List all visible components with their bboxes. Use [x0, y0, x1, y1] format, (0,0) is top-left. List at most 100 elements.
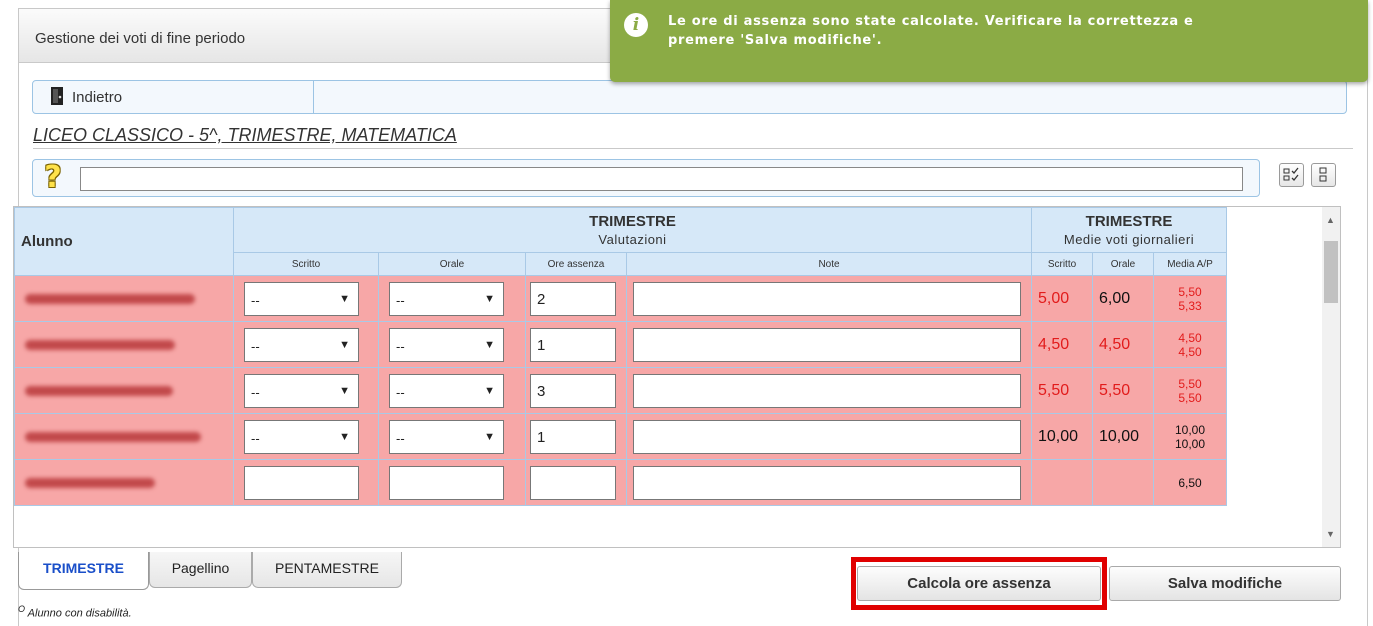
list-layout-icon[interactable] — [1311, 163, 1336, 187]
orale-select[interactable]: -- ▼ — [389, 420, 504, 454]
scritto-select[interactable]: -- ▼ — [244, 374, 359, 408]
subheader-media-ap: Media A/P — [1153, 252, 1227, 276]
table-row: -- ▼ -- ▼ 1 4,50 4,50 4,50 4,50 — [14, 321, 1227, 368]
info-icon: i — [624, 13, 648, 37]
student-name-redacted — [25, 432, 201, 442]
avg-orale: 10,00 — [1092, 413, 1154, 460]
orale-select[interactable]: -- ▼ — [389, 282, 504, 316]
footnote: O Alunno con disabilità. — [18, 604, 132, 620]
grades-table: Alunno TRIMESTRE Valutazioni TRIMESTRE M… — [14, 207, 1227, 506]
subheader-avg-orale: Orale — [1092, 252, 1154, 276]
media-ap: 10,00 10,00 — [1153, 413, 1227, 460]
scroll-up-icon[interactable]: ▲ — [1326, 215, 1335, 225]
scritto-cell — [233, 459, 379, 506]
note-cell — [626, 459, 1032, 506]
ore-assenza-input[interactable]: 2 — [530, 282, 616, 316]
back-label: Indietro — [72, 89, 123, 106]
save-changes-button[interactable]: Salva modifiche — [1109, 566, 1341, 601]
student-name-cell — [14, 459, 234, 506]
media-ap: 4,50 4,50 — [1153, 321, 1227, 368]
avg-orale: 6,00 — [1092, 275, 1154, 322]
subheader-avg-scritto: Scritto — [1031, 252, 1093, 276]
scritto-cell: -- ▼ — [233, 321, 379, 368]
avg-scritto: 5,00 — [1031, 275, 1093, 322]
scritto-select[interactable]: -- ▼ — [244, 420, 359, 454]
note-input[interactable] — [633, 328, 1021, 362]
dropdown-arrow-icon: ▼ — [339, 431, 350, 443]
grid-scroll-area: ▲ ▼ — [1272, 207, 1340, 547]
back-button[interactable]: Indietro — [33, 81, 314, 113]
note-input[interactable] — [633, 466, 1021, 500]
class-title: LICEO CLASSICO - 5^, TRIMESTRE, MATEMATI… — [33, 125, 1353, 149]
table-row: 6,50 — [14, 459, 1227, 506]
note-input[interactable] — [633, 282, 1021, 316]
ore-assenza-input[interactable]: 1 — [530, 420, 616, 454]
ore-cell: 1 — [525, 413, 627, 460]
dropdown-arrow-icon: ▼ — [339, 293, 350, 305]
tab-pentamestre[interactable]: PENTAMESTRE — [252, 552, 402, 588]
avg-scritto — [1031, 459, 1093, 506]
dropdown-arrow-icon: ▼ — [484, 431, 495, 443]
orale-select[interactable]: -- ▼ — [389, 374, 504, 408]
note-input[interactable] — [633, 374, 1021, 408]
calc-absence-button[interactable]: Calcola ore assenza — [857, 566, 1101, 601]
ore-assenza-input[interactable]: 3 — [530, 374, 616, 408]
student-name-cell — [14, 413, 234, 460]
footnote-mark: O — [18, 604, 26, 614]
dropdown-arrow-icon: ▼ — [484, 293, 495, 305]
student-name-redacted — [25, 294, 195, 304]
notification-text: Le ore di assenza sono state calcolate. … — [668, 14, 1194, 48]
avg-orale: 4,50 — [1092, 321, 1154, 368]
table-row: -- ▼ -- ▼ 3 5,50 5,50 5,50 5,50 — [14, 367, 1227, 414]
orale-select[interactable]: -- ▼ — [389, 328, 504, 362]
scroll-down-icon[interactable]: ▼ — [1326, 529, 1335, 539]
orale-cell: -- ▼ — [378, 275, 526, 322]
dropdown-arrow-icon: ▼ — [484, 339, 495, 351]
tab-pagellino[interactable]: Pagellino — [149, 552, 252, 588]
search-bar: ? — [32, 159, 1260, 197]
student-name-cell — [14, 275, 234, 322]
scritto-cell: -- ▼ — [233, 413, 379, 460]
dropdown-arrow-icon: ▼ — [484, 385, 495, 397]
vertical-scrollbar[interactable]: ▲ ▼ — [1322, 207, 1340, 547]
scroll-thumb[interactable] — [1324, 241, 1338, 303]
note-cell — [626, 413, 1032, 460]
scritto-cell: -- ▼ — [233, 275, 379, 322]
scritto-select[interactable]: -- ▼ — [244, 328, 359, 362]
ore-cell: 3 — [525, 367, 627, 414]
panel-title: Gestione dei voti di fine periodo — [35, 30, 246, 47]
avg-orale: 5,50 — [1092, 367, 1154, 414]
search-input[interactable] — [80, 167, 1243, 191]
ore-cell: 2 — [525, 275, 627, 322]
table-row: -- ▼ -- ▼ 2 5,00 6,00 5,50 5,33 — [14, 275, 1227, 322]
back-toolbar: Indietro — [32, 80, 1347, 114]
student-name-redacted — [25, 478, 155, 488]
media-ap: 5,50 5,33 — [1153, 275, 1227, 322]
avg-scritto: 4,50 — [1031, 321, 1093, 368]
subheader-note: Note — [626, 252, 1032, 276]
tab-trimestre[interactable]: TRIMESTRE — [18, 552, 149, 590]
student-name-cell — [14, 367, 234, 414]
help-question-icon[interactable]: ? — [39, 163, 67, 193]
subheader-ore-assenza: Ore assenza — [525, 252, 627, 276]
student-name-cell — [14, 321, 234, 368]
note-input[interactable] — [633, 420, 1021, 454]
checklist-icon[interactable] — [1279, 163, 1304, 187]
note-cell — [626, 367, 1032, 414]
note-cell — [626, 275, 1032, 322]
footnote-text: Alunno con disabilità. — [25, 607, 132, 620]
subheader-orale: Orale — [378, 252, 526, 276]
notification-banner[interactable]: i Le ore di assenza sono state calcolate… — [610, 0, 1368, 82]
orale-cell: -- ▼ — [378, 367, 526, 414]
note-cell — [626, 321, 1032, 368]
ore-assenza-input[interactable] — [530, 466, 616, 500]
orale-select[interactable] — [389, 466, 504, 500]
media-ap: 6,50 — [1153, 459, 1227, 506]
scritto-select[interactable] — [244, 466, 359, 500]
scritto-cell: -- ▼ — [233, 367, 379, 414]
orale-cell: -- ▼ — [378, 321, 526, 368]
column-header-alunno[interactable]: Alunno — [14, 207, 234, 276]
avg-scritto: 5,50 — [1031, 367, 1093, 414]
ore-assenza-input[interactable]: 1 — [530, 328, 616, 362]
scritto-select[interactable]: -- ▼ — [244, 282, 359, 316]
